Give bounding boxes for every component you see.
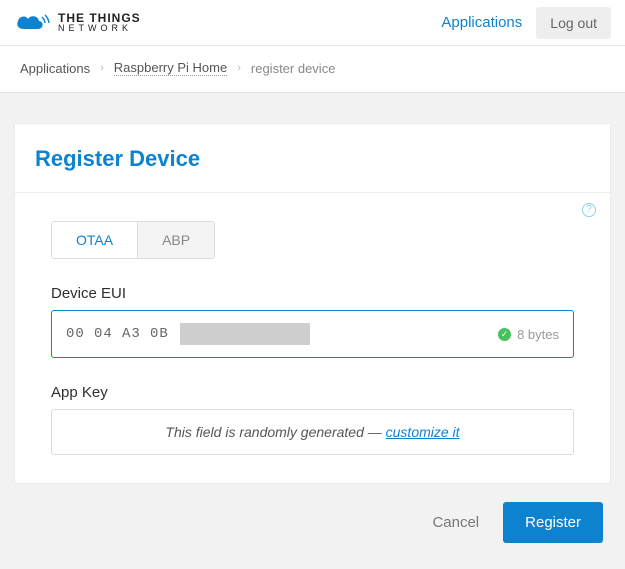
topbar: THE THINGS NETWORK Applications Log out — [0, 0, 625, 46]
eui-byte: A3 — [122, 326, 150, 342]
breadcrumb: Applications › Raspberry Pi Home › regis… — [0, 46, 625, 93]
tab-otaa[interactable]: OTAA — [52, 222, 138, 258]
eui-byte: 0B — [150, 326, 178, 342]
app-key-label: App Key — [51, 384, 574, 401]
brand-line2: NETWORK — [58, 24, 141, 33]
eui-redacted — [180, 323, 310, 345]
eui-byte: 04 — [94, 326, 122, 342]
device-eui-input[interactable]: 00 04 A3 0B ✓ 8 bytes — [51, 310, 574, 358]
help-icon[interactable]: ? — [582, 203, 596, 217]
cancel-button[interactable]: Cancel — [426, 502, 485, 543]
chevron-right-icon: › — [100, 62, 104, 74]
register-device-card: Register Device ? OTAA ABP Device EUI 00… — [14, 123, 611, 484]
customize-link[interactable]: customize it — [386, 424, 460, 440]
crumb-current: register device — [251, 61, 336, 76]
page-title: Register Device — [15, 124, 610, 193]
brand-logo[interactable]: THE THINGS NETWORK — [14, 11, 141, 35]
eui-byte: 00 — [66, 326, 94, 342]
nav-applications[interactable]: Applications — [441, 14, 522, 31]
device-eui-field: Device EUI 00 04 A3 0B ✓ 8 bytes — [51, 285, 574, 358]
logout-button[interactable]: Log out — [536, 7, 611, 39]
chevron-right-icon: › — [237, 62, 241, 74]
eui-bytes-count: 8 bytes — [517, 327, 559, 342]
device-eui-value: 00 04 A3 0B — [66, 323, 310, 345]
crumb-applications[interactable]: Applications — [20, 61, 90, 76]
form-footer: Cancel Register — [14, 484, 611, 547]
cloud-icon — [14, 11, 52, 35]
check-icon: ✓ — [498, 328, 511, 341]
device-eui-label: Device EUI — [51, 285, 574, 302]
register-button[interactable]: Register — [503, 502, 603, 543]
app-key-field: App Key This field is randomly generated… — [51, 384, 574, 455]
tab-abp[interactable]: ABP — [138, 222, 214, 258]
crumb-app-name[interactable]: Raspberry Pi Home — [114, 60, 227, 76]
activation-tabs: OTAA ABP — [51, 221, 215, 259]
app-key-hint: This field is randomly generated — custo… — [51, 409, 574, 455]
app-key-hint-text: This field is randomly generated — — [165, 424, 385, 440]
